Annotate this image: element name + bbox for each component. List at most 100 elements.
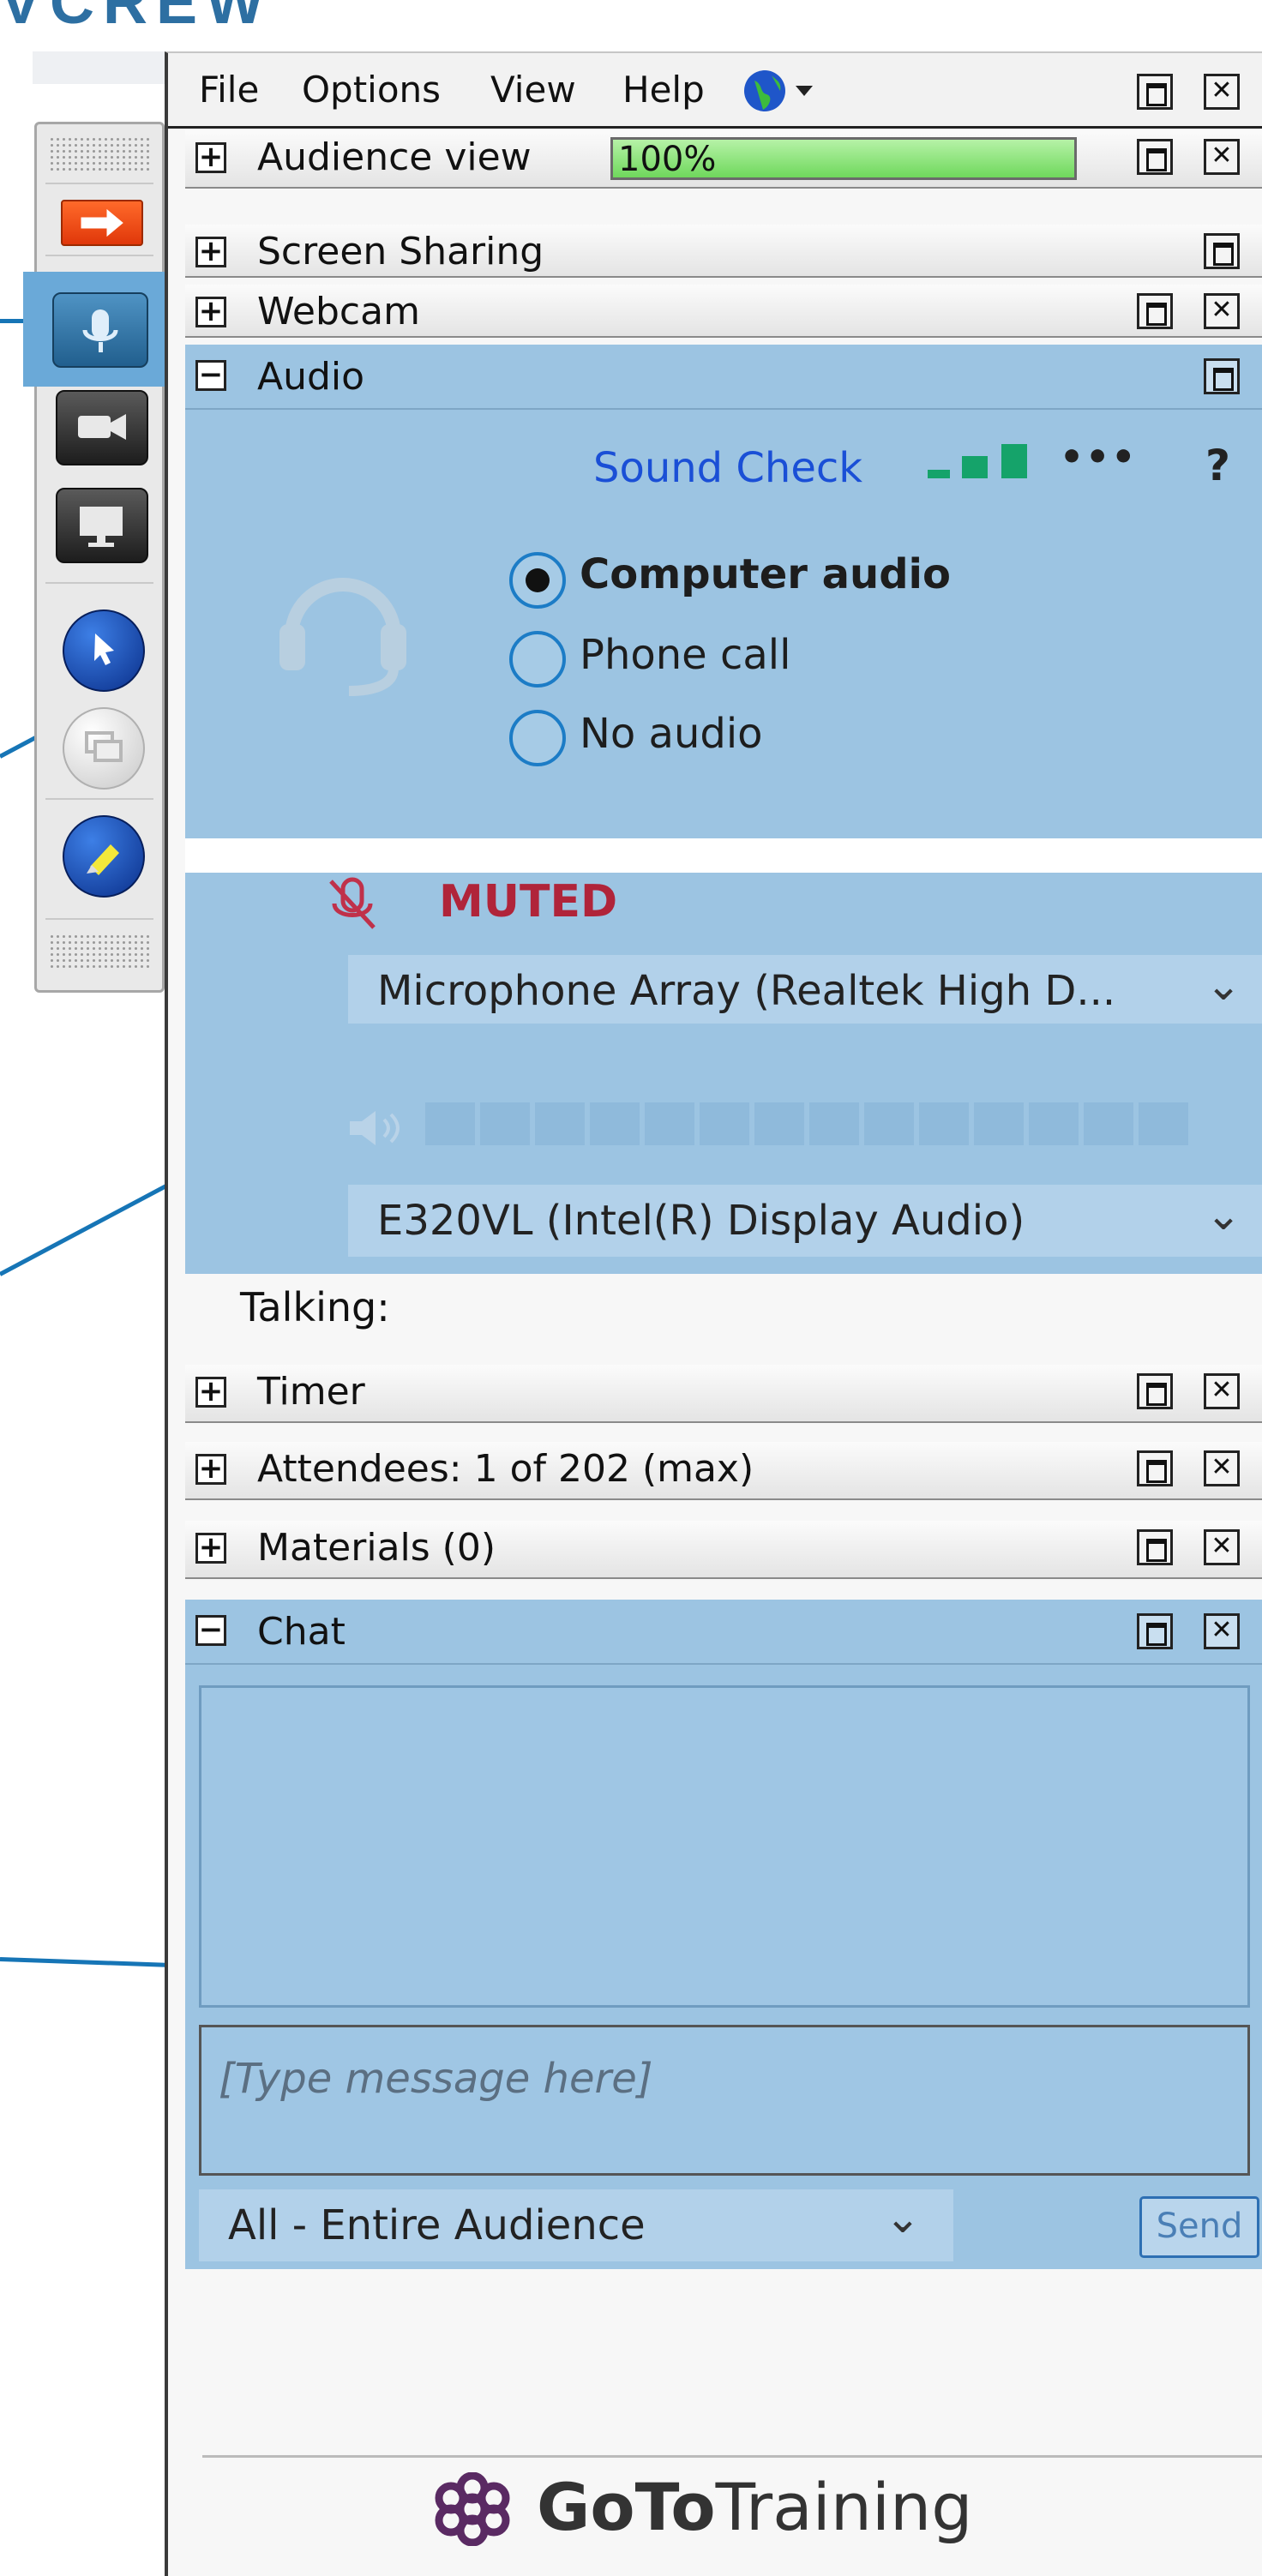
section-title: Audience view [257,135,532,179]
close-materials-button[interactable]: ✕ [1204,1529,1240,1565]
section-screen-sharing[interactable]: + Screen Sharing [185,225,1262,278]
popout-audio-button[interactable] [1204,358,1240,394]
chevron-down-icon: ⌄ [1205,1190,1241,1240]
section-timer[interactable]: + Timer ✕ [185,1365,1262,1423]
sound-check-link[interactable]: Sound Check [593,444,862,492]
slide-heading: VCREW [0,0,273,37]
microphone-icon [82,309,118,352]
globe-icon[interactable] [741,67,818,115]
toolbar-grip-bottom[interactable] [49,934,150,970]
headset-icon [279,578,406,696]
expand-icon[interactable]: + [195,142,226,173]
monitor-icon [80,507,123,547]
section-webcam[interactable]: + Webcam ✕ [185,285,1262,338]
menu-view[interactable]: View [490,69,576,111]
close-panel-button[interactable]: ✕ [1204,74,1240,110]
audio-mode-area: Sound Check ••• ? Computer audio Phone c… [185,410,1262,838]
mic-button[interactable] [52,292,148,368]
section-materials[interactable]: + Materials (0) ✕ [185,1521,1262,1579]
presenter-icon [85,731,123,762]
talking-label: Talking: [240,1284,390,1330]
audience-view-progress: 100% [610,137,1077,180]
popout-audience-view-button[interactable] [1137,139,1173,175]
phone-call-label[interactable]: Phone call [580,631,790,679]
microphone-select[interactable]: Microphone Array (Realtek High D... ⌄ [348,955,1262,1024]
top-strip [33,51,170,84]
speaker-select[interactable]: E320VL (Intel(R) Display Audio) ⌄ [348,1185,1262,1257]
no-audio-label[interactable]: No audio [580,710,763,758]
radio-no-audio[interactable] [509,710,566,766]
popout-timer-button[interactable] [1137,1373,1173,1409]
footer-divider [202,2455,1262,2458]
chat-input[interactable]: [Type message here] [199,2025,1250,2176]
expand-icon[interactable]: + [195,297,226,327]
section-title: Attendees: 1 of 202 (max) [257,1447,754,1491]
floating-toolbar [23,122,167,993]
collapse-icon[interactable]: − [195,1615,226,1646]
chat-messages[interactable] [199,1685,1250,2008]
section-title: Timer [257,1370,365,1414]
radio-computer-audio[interactable] [509,552,566,609]
chevron-down-icon: ⌄ [1205,960,1241,1010]
callout-line-devices [0,1174,184,1276]
section-title: Webcam [257,290,420,333]
gototraining-logo: GoToTraining [537,2469,972,2545]
collapse-icon[interactable]: − [195,360,226,391]
highlighter-icon [87,844,119,875]
popout-chat-button[interactable] [1137,1613,1173,1649]
expand-icon[interactable]: + [195,1377,226,1408]
control-panel: File Options View Help ✕ + Audience view… [165,51,1262,2576]
menu-file[interactable]: File [199,69,259,111]
popout-screen-sharing-button[interactable] [1204,233,1240,269]
recipient-select[interactable]: All - Entire Audience ⌄ [199,2189,953,2261]
speaker-volume-icon [350,1111,400,1145]
popout-webcam-button[interactable] [1137,293,1173,329]
menu-help[interactable]: Help [622,69,705,111]
section-attendees[interactable]: + Attendees: 1 of 202 (max) ✕ [185,1442,1262,1500]
video-camera-icon [78,414,126,440]
expand-icon[interactable]: + [195,1454,226,1485]
send-button[interactable]: Send [1139,2196,1259,2258]
section-title: Audio [257,355,365,399]
section-title: Chat [257,1610,346,1654]
section-audio[interactable]: − Audio [185,345,1262,410]
cursor-icon [94,633,114,665]
close-timer-button[interactable]: ✕ [1204,1373,1240,1409]
presenter-tool-button[interactable] [63,707,145,790]
section-title: Materials (0) [257,1526,496,1570]
highlighter-tool-button[interactable] [63,815,145,898]
webcam-button[interactable] [56,390,148,465]
popout-materials-button[interactable] [1137,1529,1173,1565]
audio-devices-area: MUTED Microphone Array (Realtek High D..… [185,873,1262,1274]
chat-panel: [Type message here] All - Entire Audienc… [185,1665,1262,2269]
close-webcam-button[interactable]: ✕ [1204,293,1240,329]
close-audience-view-button[interactable]: ✕ [1204,139,1240,175]
signal-strength-icon [928,444,1027,478]
mic-muted-icon[interactable] [322,873,382,934]
radio-phone-call[interactable] [509,631,566,688]
menu-bar: File Options View Help ✕ [168,53,1262,129]
speaker-select-value: E320VL (Intel(R) Display Audio) [377,1197,1025,1245]
menu-options[interactable]: Options [302,69,441,111]
expand-icon[interactable]: + [195,237,226,267]
popout-panel-button[interactable] [1137,74,1173,110]
close-chat-button[interactable]: ✕ [1204,1613,1240,1649]
computer-audio-label[interactable]: Computer audio [580,550,951,598]
expand-icon[interactable]: + [195,1533,226,1564]
collapse-arrow-button[interactable] [61,200,143,246]
chat-placeholder: [Type message here] [219,2055,653,2103]
arrow-right-icon [81,208,123,237]
popout-attendees-button[interactable] [1137,1450,1173,1486]
logo-bold: GoTo [537,2469,716,2545]
progress-label: 100% [618,140,717,179]
section-title: Screen Sharing [257,230,544,273]
section-chat[interactable]: − Chat ✕ [185,1600,1262,1665]
more-options-button[interactable]: ••• [1060,435,1137,479]
screen-share-button[interactable] [56,488,148,563]
close-attendees-button[interactable]: ✕ [1204,1450,1240,1486]
section-audience-view[interactable]: + Audience view 100% ✕ [185,130,1262,189]
logo-light: Training [715,2469,973,2545]
pointer-tool-button[interactable] [63,609,145,692]
help-button[interactable]: ? [1205,441,1230,490]
toolbar-grip-top[interactable] [49,136,150,172]
